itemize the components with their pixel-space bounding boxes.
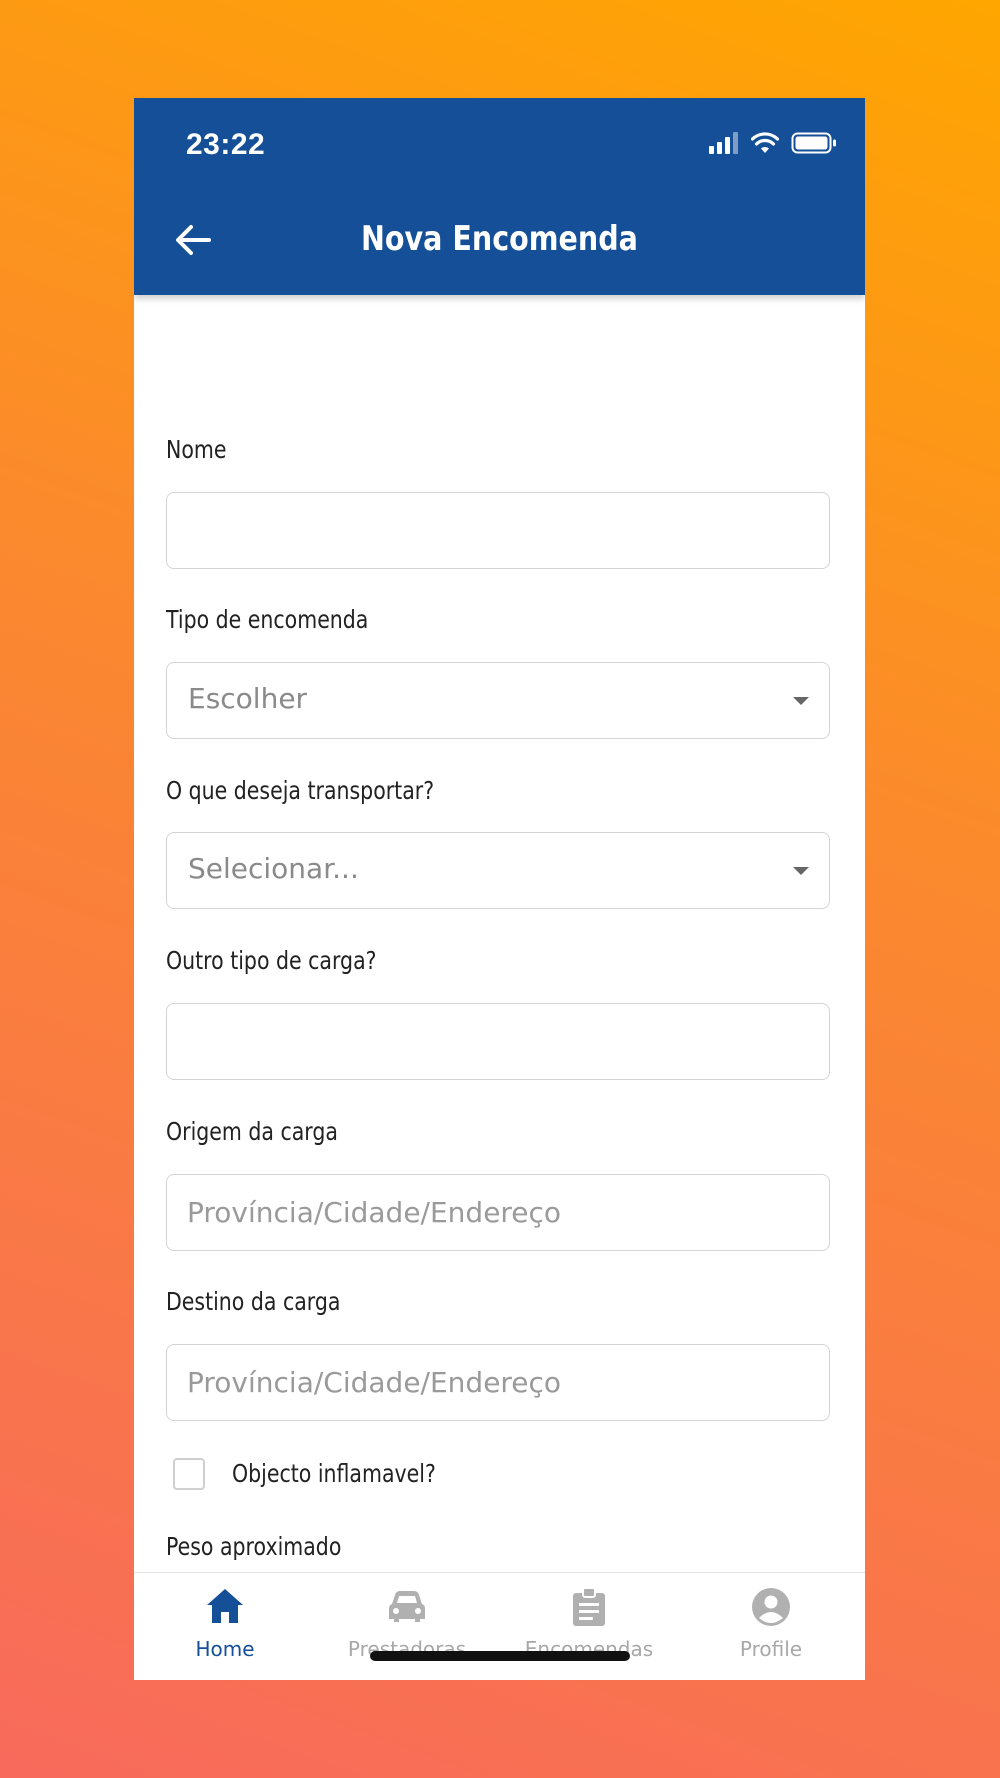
- transportar-value: Selecionar...: [188, 852, 359, 885]
- peso-label: Peso aproximado: [166, 1532, 342, 1561]
- transportar-label: O que deseja transportar?: [166, 776, 435, 805]
- home-icon: [207, 1589, 243, 1623]
- origem-label: Origem da carga: [166, 1117, 338, 1146]
- tab-profile[interactable]: Profile: [680, 1573, 862, 1680]
- account-circle-icon: [752, 1588, 790, 1626]
- nome-label: Nome: [166, 435, 227, 464]
- status-icons: [709, 131, 837, 155]
- tab-encomendas[interactable]: Encomendas: [498, 1573, 680, 1680]
- tipo-encomenda-select[interactable]: Escolher: [166, 662, 830, 739]
- nome-field-wrapper: [166, 492, 830, 569]
- inflamavel-label: Objecto inflamavel?: [232, 1459, 436, 1488]
- status-time: 23:22: [186, 128, 266, 161]
- destino-label: Destino da carga: [166, 1287, 341, 1316]
- car-icon: [389, 1591, 425, 1622]
- nome-input[interactable]: [167, 493, 829, 568]
- transportar-select[interactable]: Selecionar...: [166, 832, 830, 909]
- outro-tipo-input[interactable]: [167, 1004, 829, 1079]
- page-title: Nova Encomenda: [361, 219, 638, 259]
- phone-screen: 23:22 Nova Encomenda Nome Tipo de encome…: [134, 98, 865, 1680]
- clipboard-icon: [573, 1587, 605, 1626]
- inflamavel-checkbox[interactable]: [173, 1458, 205, 1490]
- tipo-encomenda-value: Escolher: [188, 682, 308, 715]
- destino-field-wrapper: [166, 1344, 830, 1421]
- origem-input[interactable]: [167, 1175, 829, 1250]
- tab-profile-label: Profile: [739, 1637, 803, 1661]
- home-indicator: [370, 1651, 630, 1661]
- destino-input[interactable]: [167, 1345, 829, 1420]
- wifi-icon: [751, 132, 779, 153]
- tab-prestadoras[interactable]: Prestadoras: [316, 1573, 498, 1680]
- origem-field-wrapper: [166, 1174, 830, 1251]
- bottom-tab-bar: Home Prestadoras Encomendas Profile: [134, 1572, 865, 1680]
- dropdown-caret-icon: [793, 867, 809, 875]
- tipo-encomenda-label: Tipo de encomenda: [166, 605, 369, 634]
- battery-icon: [791, 132, 836, 154]
- outro-tipo-label: Outro tipo de carga?: [166, 946, 377, 975]
- tab-home[interactable]: Home: [134, 1573, 316, 1680]
- outro-tipo-field-wrapper: [166, 1003, 830, 1080]
- tab-home-label: Home: [195, 1637, 255, 1661]
- app-header: 23:22 Nova Encomenda: [134, 98, 865, 295]
- signal-icon: [709, 132, 738, 154]
- dropdown-caret-icon: [793, 697, 809, 705]
